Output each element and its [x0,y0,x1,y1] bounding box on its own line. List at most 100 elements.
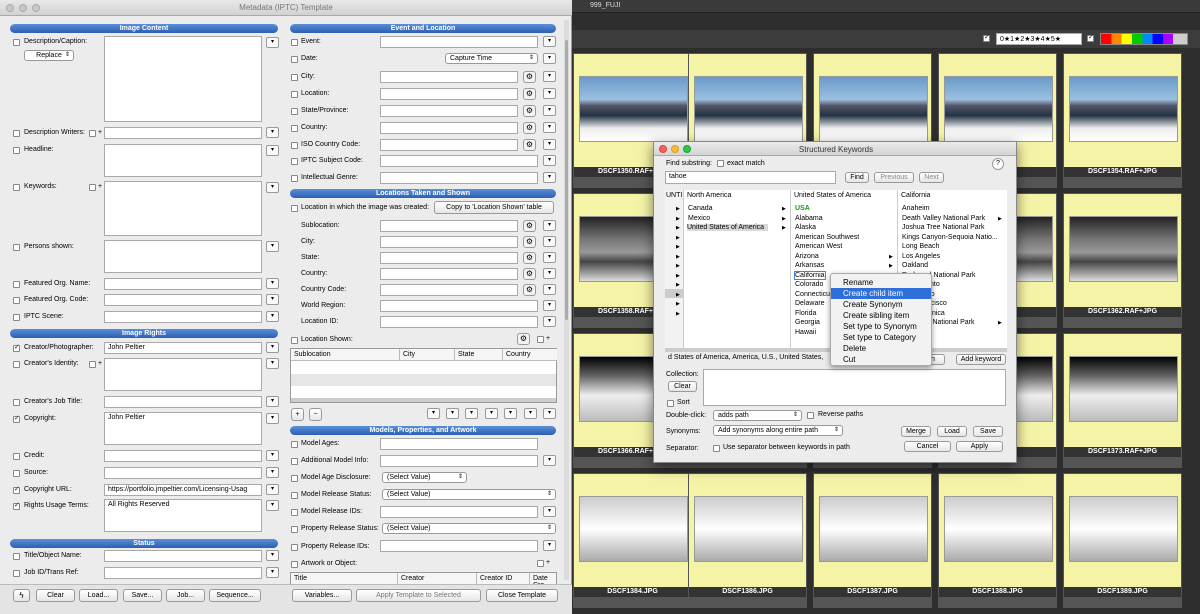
next-button[interactable]: Next [919,172,944,183]
load-keywords-button[interactable]: Load [937,426,967,437]
location-checkbox[interactable] [291,91,298,98]
city2-dropdown[interactable]: ▾ [543,236,556,247]
keyword-item[interactable]: Kings Canyon-Sequoia Natio... [902,234,998,241]
creator-checkbox[interactable] [13,343,20,352]
thumbnail-image[interactable] [579,76,688,142]
keyword-item[interactable]: California [794,270,826,280]
country2-dropdown[interactable]: ▾ [543,268,556,279]
description-checkbox[interactable] [13,39,20,46]
sublocation-field[interactable] [380,220,518,232]
merge-button[interactable]: Merge [901,426,931,437]
gear-icon[interactable]: ⚙ [523,122,536,134]
state-field[interactable] [380,105,518,117]
gear-icon[interactable]: ⚙ [523,88,536,100]
col-dropdown[interactable]: ▾ [446,408,459,419]
credit-dropdown[interactable]: ▾ [266,450,279,461]
context-menu-item[interactable]: Create child item [831,288,931,299]
thumbnail-image[interactable] [1069,216,1178,282]
artwork-checkbox[interactable] [291,561,298,568]
keyword-item[interactable]: Los Angeles [902,253,940,260]
keyword-item[interactable]: Death Valley National Park [902,215,985,222]
keyword-column-1[interactable]: North America Canada ▶ Mexico ▶ United State… [684,190,791,350]
creator-job-dropdown[interactable]: ▾ [266,396,279,407]
thumbnail-image[interactable] [819,496,928,562]
variables-button[interactable]: Variables... [292,589,352,602]
artwork-append-checkbox[interactable] [537,560,544,567]
context-menu-item[interactable]: Create sibling item [831,310,931,321]
col-dropdown[interactable]: ▾ [524,408,537,419]
exact-match-checkbox[interactable] [717,160,724,167]
source-dropdown[interactable]: ▾ [266,467,279,478]
gear-icon[interactable]: ⚙ [523,105,536,117]
model-ages-field[interactable] [380,438,538,450]
model-release-ids-checkbox[interactable] [291,509,298,516]
sort-checkbox[interactable] [667,400,674,407]
double-click-select[interactable]: adds path [713,410,802,421]
creator-field[interactable]: John Peltier [104,342,262,354]
keywords-checkbox[interactable] [13,184,20,191]
selected-row[interactable] [665,289,683,298]
keyword-item[interactable]: Delaware [795,300,825,307]
iptc-scene-dropdown[interactable]: ▾ [266,311,279,322]
copyright-checkbox[interactable] [13,414,20,423]
location-id-dropdown[interactable]: ▾ [543,316,556,327]
title-checkbox[interactable] [13,553,20,560]
keywords-dropdown[interactable]: ▾ [266,182,279,193]
keyword-item[interactable]: Oakland [902,262,928,269]
apply-template-button[interactable]: Apply Template to Selected [356,589,481,602]
keyword-item[interactable]: Mexico [688,215,710,222]
featured-org-code-field[interactable] [104,294,262,306]
creator-identity-field[interactable] [104,358,262,391]
date-dropdown[interactable]: ▾ [543,53,556,64]
location-shown-checkbox[interactable] [291,337,298,344]
gear-icon[interactable]: ⚙ [523,252,536,264]
table-header[interactable]: State [455,349,503,361]
location-shown-append-checkbox[interactable] [537,336,544,343]
keywords-field[interactable] [104,181,262,236]
persons-checkbox[interactable] [13,244,20,251]
copyright-dropdown[interactable]: ▾ [266,413,279,424]
apply-button[interactable]: Apply [956,441,1003,452]
persons-field[interactable] [104,240,262,273]
keyword-item[interactable]: Hawaii [795,329,816,336]
thumbnail-image[interactable] [1069,496,1178,562]
keyword-item[interactable]: Georgia [795,319,820,326]
persons-dropdown[interactable]: ▾ [266,241,279,252]
model-ages-checkbox[interactable] [291,441,298,448]
keywords-append-checkbox[interactable] [89,184,96,191]
color-filter-checkbox[interactable] [1087,33,1094,42]
copyright-url-checkbox[interactable] [13,485,20,494]
property-release-status-checkbox[interactable] [291,526,298,533]
created-location-checkbox[interactable] [291,205,298,212]
keyword-search-input[interactable]: tahoe [665,171,836,184]
property-release-ids-dropdown[interactable]: ▾ [543,540,556,551]
thumbnail-image[interactable] [819,76,928,142]
add-row-button[interactable]: + [291,408,304,421]
previous-button[interactable]: Previous [874,172,914,183]
keyword-column-0[interactable]: UNTI ▶ ▶ ▶ ▶ ▶ ▶ ▶ ▶ ▶ ▶ ▶ ▶ [665,190,684,350]
title-field[interactable] [104,550,262,562]
table-header[interactable]: Country [503,349,557,361]
copy-location-shown-button[interactable]: Copy to 'Location Shown' table [434,201,554,214]
sublocation-dropdown[interactable]: ▾ [543,220,556,231]
additional-model-field[interactable] [380,455,538,467]
keyword-path-field[interactable]: d States of America, America, U.S., Unit… [665,353,855,365]
thumbnail-cell[interactable]: DSCF1362.RAF+JPG [1063,193,1182,328]
featured-org-name-field[interactable] [104,278,262,290]
desc-writers-dropdown[interactable]: ▾ [266,127,279,138]
keyword-item[interactable]: United States of America [687,224,769,231]
save-keywords-button[interactable]: Save [973,426,1003,437]
context-menu-item[interactable]: Rename [831,277,931,288]
context-menu-item[interactable]: Set type to Category [831,332,931,343]
event-field[interactable] [380,36,538,48]
country-field[interactable] [380,122,518,134]
gear-icon[interactable]: ⚙ [523,236,536,248]
world-region-field[interactable] [380,300,538,312]
model-release-ids-dropdown[interactable]: ▾ [543,506,556,517]
event-checkbox[interactable] [291,39,298,46]
rating-filter-checkbox[interactable] [983,33,990,42]
featured-org-name-checkbox[interactable] [13,281,20,288]
table-header[interactable]: Sublocation [291,349,400,361]
featured-org-code-dropdown[interactable]: ▾ [266,294,279,305]
location-shown-table[interactable]: Sublocation City State Country [290,348,557,403]
